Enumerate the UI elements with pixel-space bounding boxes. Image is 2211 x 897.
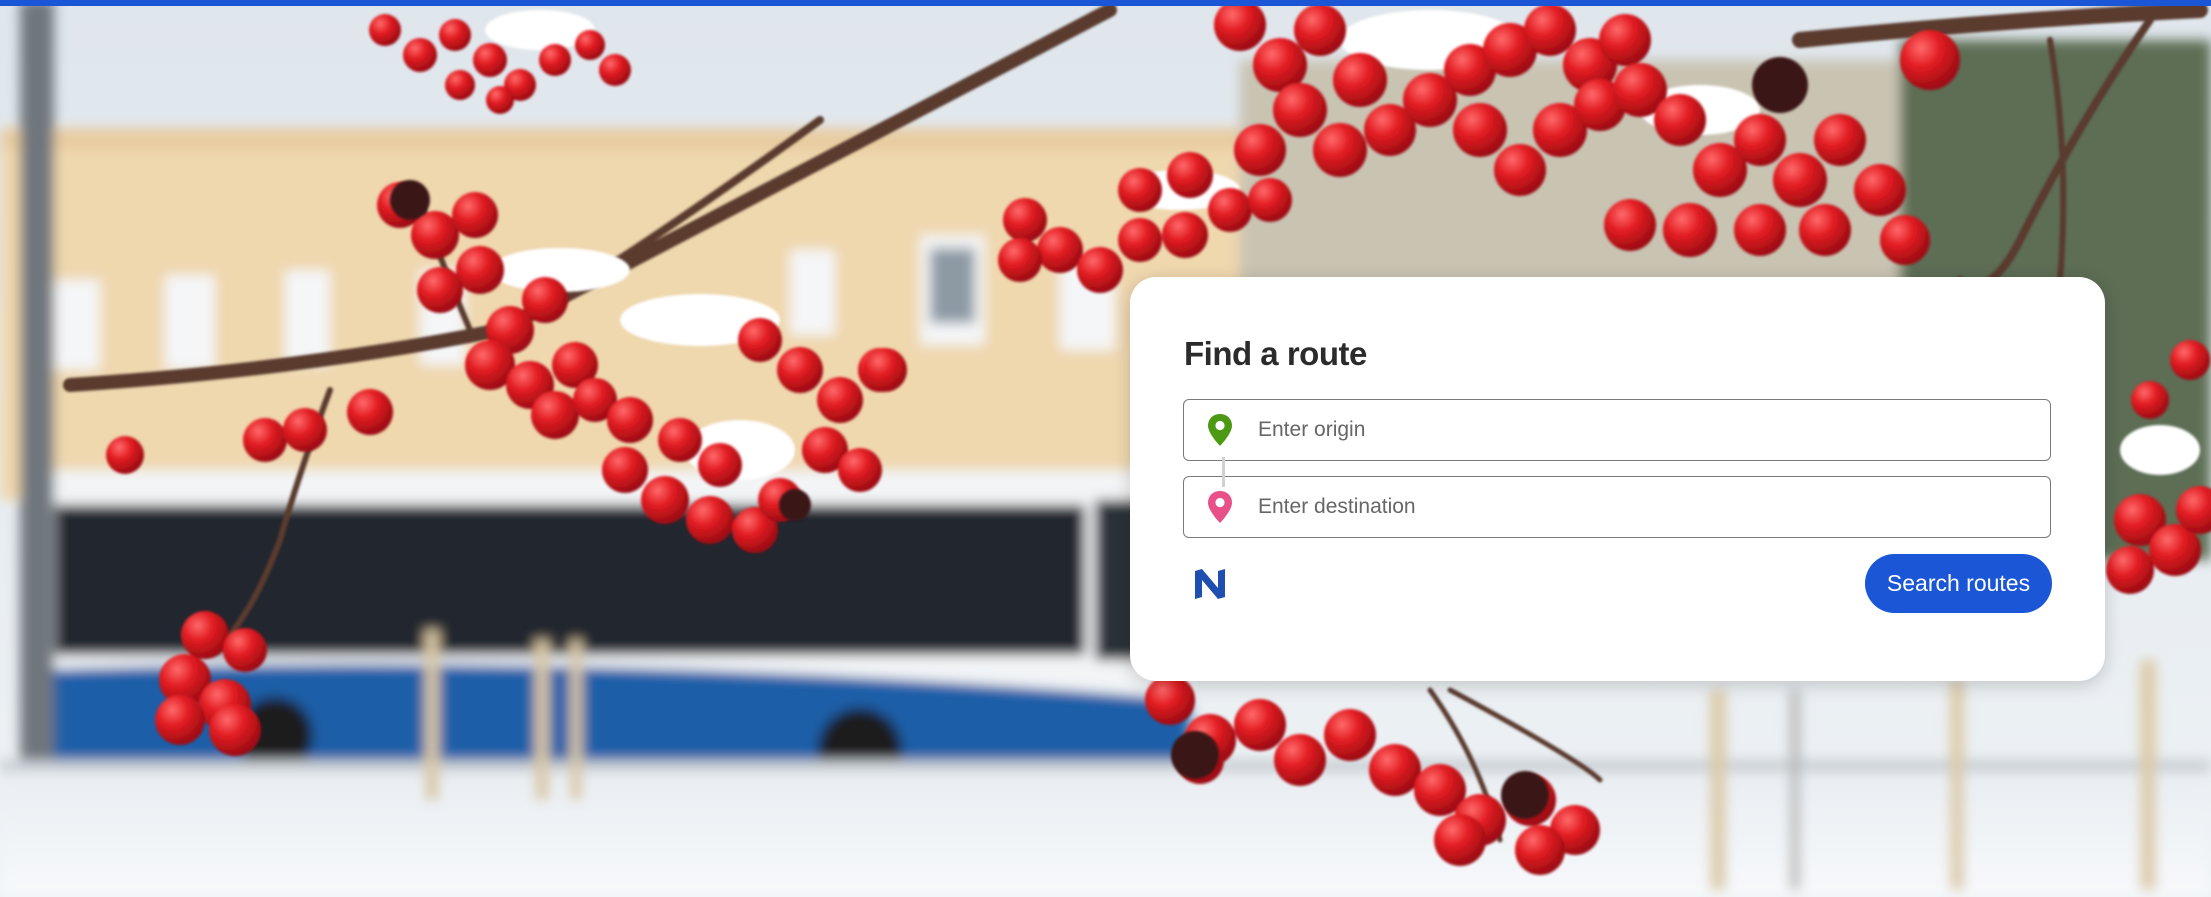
origin-field[interactable] [1183, 399, 2051, 461]
destination-field[interactable] [1183, 476, 2051, 538]
destination-map-pin-icon [1208, 491, 1232, 523]
destination-input[interactable] [1256, 477, 2030, 537]
route-connector-line [1222, 457, 1225, 487]
route-search-card: Find a route Search routes [1130, 277, 2105, 681]
brand-logo-icon [1195, 569, 1225, 599]
search-routes-button[interactable]: Search routes [1865, 554, 2052, 613]
origin-input[interactable] [1256, 400, 2030, 460]
top-accent-bar [0, 0, 2211, 6]
card-title: Find a route [1184, 335, 1367, 372]
origin-map-pin-icon [1208, 414, 1232, 446]
page: Find a route Search routes [0, 0, 2211, 897]
